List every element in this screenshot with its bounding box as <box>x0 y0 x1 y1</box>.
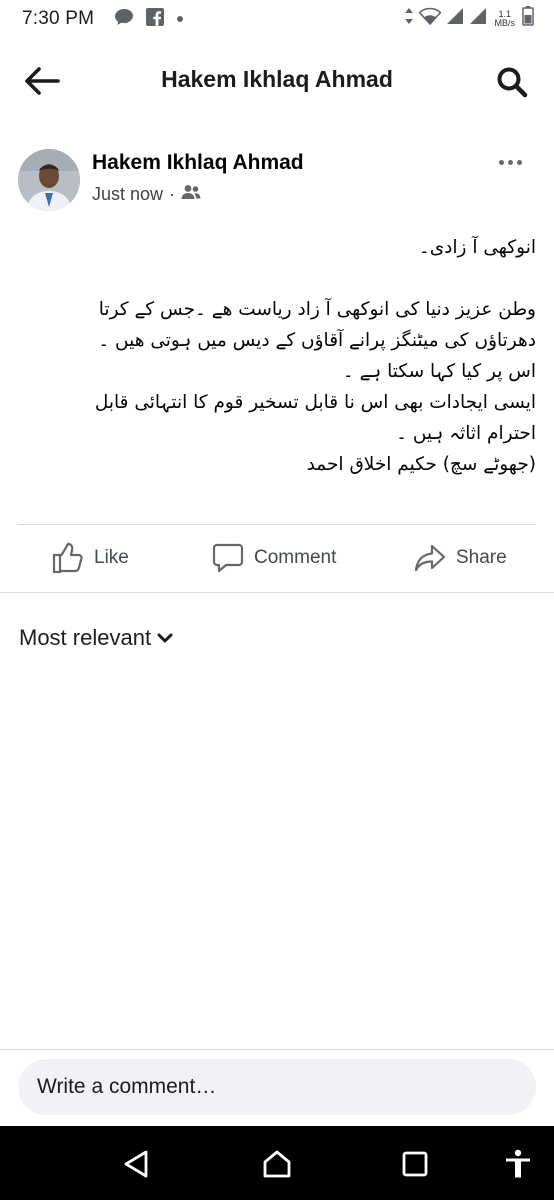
post-paragraph: انوکھی آ زادی۔ <box>418 237 536 258</box>
post-text: انوکھی آ زادی۔ وطن عزیز دنیا کی انوکھی آ… <box>18 232 536 480</box>
avatar[interactable] <box>18 149 80 211</box>
divider <box>0 1049 554 1050</box>
system-nav-bar <box>0 1126 554 1200</box>
meta-separator: · <box>169 184 176 204</box>
nav-back-button[interactable] <box>118 1146 154 1182</box>
sort-label: Most relevant <box>19 625 152 650</box>
network-speed: 1.1 MB/s <box>494 9 515 28</box>
wifi-icon <box>418 7 443 30</box>
status-time: 7:30 PM <box>22 8 95 29</box>
post-meta: Just now · <box>92 184 201 205</box>
chevron-down-icon <box>157 633 173 643</box>
author-name[interactable]: Hakem Ikhlaq Ahmad <box>92 151 304 175</box>
page-title: Hakem Ikhlaq Ahmad <box>161 66 393 92</box>
comment-sort-dropdown[interactable]: Most relevant <box>19 625 173 651</box>
post-paragraph: وطن عزیز دنیا کی انوکھی آ زاد ریاست ھے ۔… <box>98 299 536 320</box>
post-paragraph: اس پر کیا کہا سکتا ہے ۔ <box>342 361 536 382</box>
dot-icon <box>176 10 184 28</box>
share-button[interactable]: Share <box>414 542 507 574</box>
comment-icon <box>212 543 244 573</box>
app-header: Hakem Ikhlaq Ahmad <box>0 46 554 114</box>
triangle-back-icon <box>124 1150 148 1178</box>
accessibility-icon <box>506 1149 530 1178</box>
nav-accessibility-button[interactable] <box>500 1146 536 1182</box>
more-dot <box>498 159 504 165</box>
share-icon <box>414 544 446 572</box>
post-actions: Like Comment Share <box>0 525 554 591</box>
thumbs-up-icon <box>52 542 83 574</box>
nav-recents-button[interactable] <box>397 1146 433 1182</box>
facebook-icon <box>146 7 165 31</box>
post-paragraph: (جھوٹے سچ) حکیم اخلاق احمد <box>306 454 536 475</box>
comment-input[interactable] <box>18 1059 536 1115</box>
divider <box>0 592 554 593</box>
battery-icon <box>522 6 534 31</box>
signal-icon <box>469 7 487 30</box>
home-icon <box>263 1150 291 1178</box>
arrow-left-icon <box>25 67 60 95</box>
more-dot <box>516 159 522 165</box>
system-status-icons: 1.1 MB/s <box>404 6 534 31</box>
nav-home-button[interactable] <box>259 1146 295 1182</box>
signal-icon <box>446 7 464 30</box>
post-paragraph: دھرتاؤں کی میٹنگز پرانے آقاؤں کے دیس میں… <box>98 330 536 351</box>
profile-photo <box>18 149 80 211</box>
comment-button[interactable]: Comment <box>212 542 336 574</box>
data-arrows-icon <box>404 7 414 30</box>
post-timestamp[interactable]: Just now <box>92 184 163 205</box>
search-button[interactable] <box>494 64 530 100</box>
search-icon <box>497 67 528 98</box>
more-dot <box>507 159 513 165</box>
back-button[interactable] <box>22 64 62 98</box>
share-label: Share <box>456 547 507 568</box>
more-options-button[interactable] <box>492 152 528 172</box>
status-bar: 7:30 PM 1.1 MB/s <box>0 0 554 38</box>
square-recents-icon <box>402 1151 428 1177</box>
comment-label: Comment <box>254 547 337 568</box>
like-label: Like <box>94 547 129 568</box>
like-button[interactable]: Like <box>52 542 129 574</box>
notification-icons <box>114 7 184 31</box>
post-paragraph: احترام اثاثہ ہیں ۔ <box>396 423 536 444</box>
net-speed-unit: MB/s <box>494 17 515 28</box>
chat-bubble-icon <box>114 8 134 31</box>
friends-icon <box>181 184 201 205</box>
post-paragraph: ایسی ایجادات بھی اس نا قابل تسخیر قوم کا… <box>94 392 536 413</box>
